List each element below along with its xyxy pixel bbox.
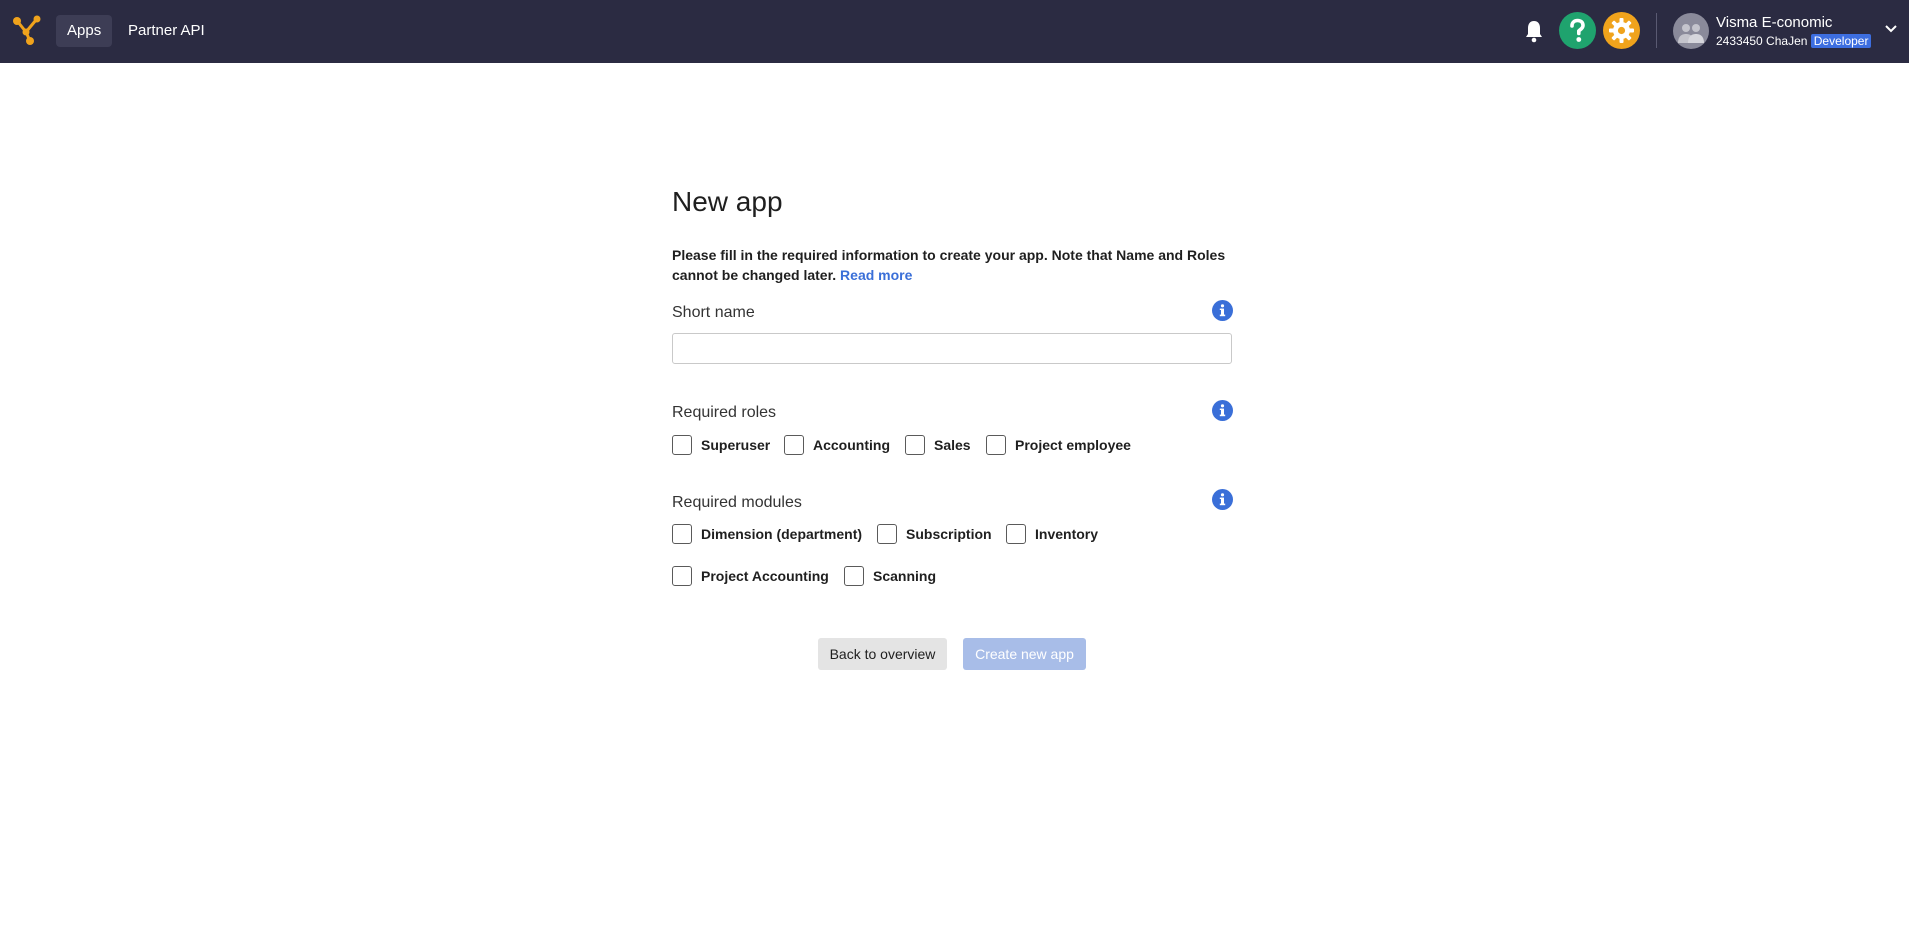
role-checkbox-project-employee[interactable]: Project employee bbox=[986, 434, 1131, 456]
checkbox-box[interactable] bbox=[877, 524, 897, 544]
checkbox-box[interactable] bbox=[905, 435, 925, 455]
chevron-down-icon[interactable] bbox=[1884, 24, 1898, 34]
create-new-app-button[interactable]: Create new app bbox=[963, 638, 1086, 670]
required-modules-label: Required modules bbox=[672, 494, 802, 511]
avatar[interactable] bbox=[1673, 13, 1709, 49]
checkbox-box[interactable] bbox=[672, 524, 692, 544]
checkbox-label: Project Accounting bbox=[701, 568, 829, 584]
role-checkbox-sales[interactable]: Sales bbox=[905, 434, 971, 456]
help-icon bbox=[1570, 18, 1585, 42]
module-checkbox-dimension[interactable]: Dimension (department) bbox=[672, 523, 862, 545]
role-checkbox-accounting[interactable]: Accounting bbox=[784, 434, 890, 456]
checkbox-label: Dimension (department) bbox=[701, 526, 863, 542]
checkbox-box[interactable] bbox=[986, 435, 1006, 455]
user-account: 2433450 ChaJen Developer bbox=[1716, 34, 1872, 48]
short-name-input[interactable] bbox=[672, 333, 1232, 364]
required-roles-label: Required roles bbox=[672, 404, 777, 421]
settings-button[interactable] bbox=[1603, 12, 1640, 49]
role-checkbox-superuser[interactable]: Superuser bbox=[672, 434, 770, 456]
back-to-overview-button[interactable]: Back to overview bbox=[818, 638, 947, 670]
read-more-link[interactable]: Read more bbox=[840, 267, 912, 283]
roles-info-icon[interactable] bbox=[1212, 400, 1233, 421]
gear-icon bbox=[1609, 18, 1634, 43]
short-name-info-icon[interactable] bbox=[1212, 300, 1233, 321]
module-checkbox-scanning[interactable]: Scanning bbox=[844, 565, 936, 587]
top-navigation-bar: Apps Partner API Visma E-conomic 2433450… bbox=[0, 0, 1909, 63]
checkbox-box[interactable] bbox=[1006, 524, 1026, 544]
nav-apps[interactable]: Apps bbox=[56, 15, 113, 47]
checkbox-label: Sales bbox=[934, 437, 971, 453]
module-checkbox-project-accounting[interactable]: Project Accounting bbox=[672, 565, 829, 587]
modules-info-icon[interactable] bbox=[1212, 489, 1233, 510]
checkbox-box[interactable] bbox=[672, 566, 692, 586]
checkbox-box[interactable] bbox=[672, 435, 692, 455]
checkbox-box[interactable] bbox=[844, 566, 864, 586]
checkbox-label: Accounting bbox=[813, 437, 890, 453]
intro-body: Please fill in the required information … bbox=[672, 247, 1226, 283]
checkbox-label: Superuser bbox=[701, 437, 771, 453]
module-checkbox-subscription[interactable]: Subscription bbox=[877, 523, 992, 545]
user-name: Visma E-conomic bbox=[1716, 14, 1833, 31]
nav-partner-api[interactable]: Partner API bbox=[117, 15, 216, 47]
checkbox-box[interactable] bbox=[784, 435, 804, 455]
avatar-icon bbox=[1678, 24, 1704, 43]
help-button[interactable] bbox=[1559, 12, 1596, 49]
bell-icon[interactable] bbox=[1524, 19, 1544, 43]
checkbox-label: Project employee bbox=[1015, 437, 1131, 453]
logo-icon[interactable] bbox=[12, 14, 42, 46]
checkbox-label: Scanning bbox=[873, 568, 937, 584]
module-checkbox-inventory[interactable]: Inventory bbox=[1006, 523, 1098, 545]
checkbox-label: Subscription bbox=[906, 526, 992, 542]
role-badge: Developer bbox=[1810, 34, 1872, 48]
account-label: 2433450 ChaJen bbox=[1716, 34, 1808, 48]
page-title: New app bbox=[672, 186, 783, 217]
intro-text: Please fill in the required information … bbox=[672, 245, 1232, 285]
checkbox-label: Inventory bbox=[1035, 526, 1099, 542]
topbar-divider bbox=[1656, 13, 1657, 48]
short-name-label: Short name bbox=[672, 304, 755, 321]
